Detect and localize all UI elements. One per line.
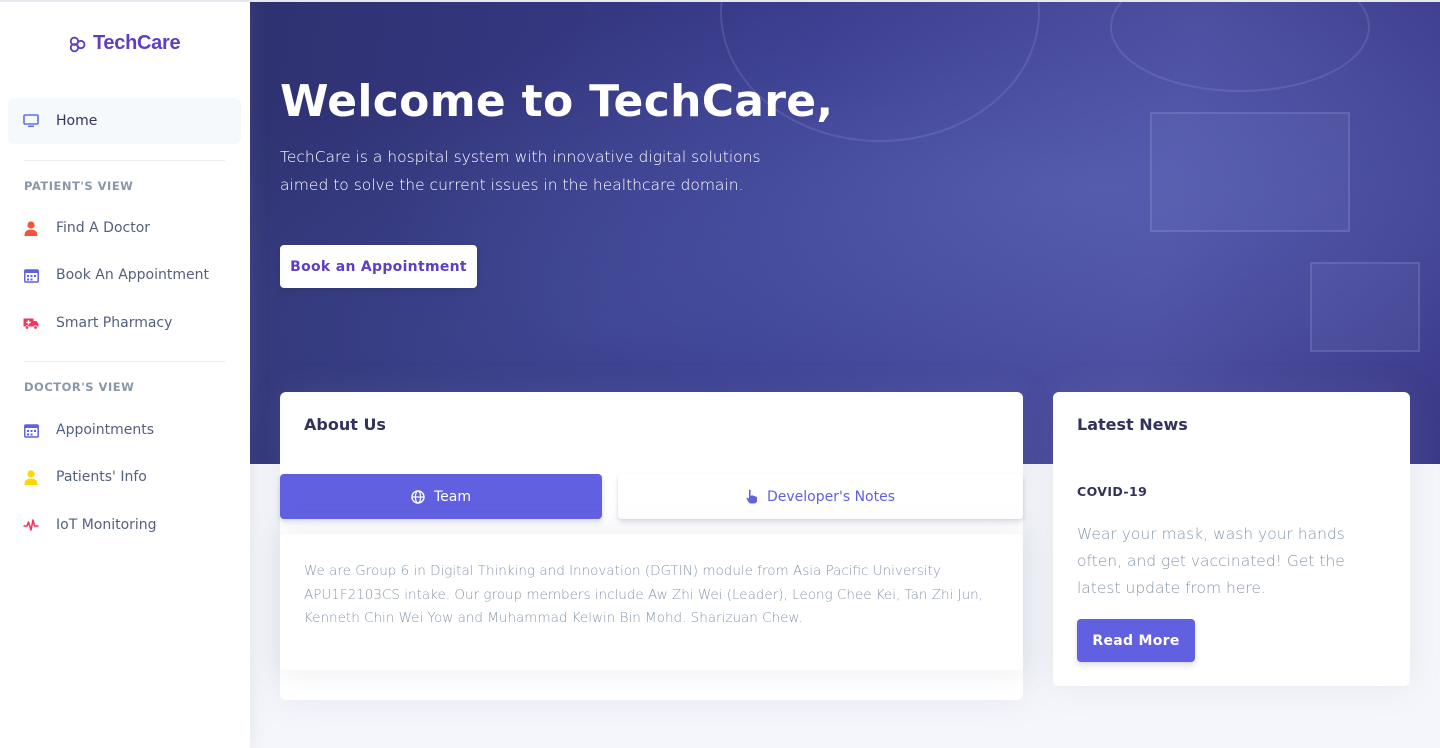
latest-news-card: Latest News COVID-19 Wear your mask, was… — [1053, 392, 1410, 686]
read-more-button[interactable]: Read More — [1077, 619, 1195, 662]
sidebar-item-smart-pharmacy[interactable]: Smart Pharmacy — [8, 300, 241, 346]
brand-name: TechCare — [93, 32, 181, 54]
calendar-icon — [23, 267, 39, 283]
sidebar-item-appointments[interactable]: Appointments — [8, 407, 241, 453]
sidebar-item-book-appointment[interactable]: Book An Appointment — [8, 252, 241, 298]
monitor-decoration — [1310, 262, 1420, 352]
sidebar-item-label: Smart Pharmacy — [56, 315, 173, 331]
user-icon — [23, 220, 39, 236]
divider — [24, 361, 225, 362]
sidebar-item-label: Appointments — [56, 422, 155, 438]
sidebar-item-label: Home — [56, 113, 98, 129]
about-us-text: We are Group 6 in Digital Thinking and I… — [304, 563, 984, 626]
news-tag: COVID-19 — [1077, 484, 1148, 499]
operating-lamp-decoration — [1110, 2, 1370, 92]
sidebar-item-home[interactable]: Home — [8, 98, 241, 144]
ambulance-icon — [23, 315, 39, 331]
sidebar-item-patients-info[interactable]: Patients' Info — [8, 454, 241, 500]
top-border — [0, 0, 1440, 2]
pulse-icon — [23, 517, 39, 533]
monitor-decoration — [1150, 112, 1350, 232]
sidebar-item-label: Book An Appointment — [56, 267, 209, 283]
book-appointment-button[interactable]: Book an Appointment — [280, 245, 477, 288]
about-us-card: About Us Team Developer's Notes We are G… — [280, 392, 1023, 700]
hero-description: TechCare is a hospital system with innov… — [280, 148, 761, 194]
tab-label: Developer's Notes — [766, 488, 896, 505]
tab-developers-notes[interactable]: Developer's Notes — [618, 474, 1023, 519]
news-text: Wear your mask, wash your hands often, a… — [1077, 525, 1345, 597]
globe-icon — [411, 489, 425, 504]
tab-team[interactable]: Team — [280, 474, 602, 519]
sidebar-item-label: Find A Doctor — [56, 220, 151, 236]
about-us-title: About Us — [304, 415, 386, 434]
section-heading-patients: PATIENT'S VIEW — [24, 179, 134, 193]
hexagon-link-icon — [69, 36, 86, 52]
section-heading-doctors: DOCTOR'S VIEW — [24, 380, 135, 394]
divider — [24, 160, 225, 161]
calendar-icon — [23, 422, 39, 438]
brand[interactable]: TechCare — [68, 32, 181, 55]
sidebar: TechCare Home PATIENT'S VIEW Find A Doct… — [0, 2, 250, 748]
tab-content-panel: We are Group 6 in Digital Thinking and I… — [280, 534, 1023, 670]
user-icon — [23, 469, 39, 485]
monitor-icon — [23, 113, 39, 129]
hero-title: Welcome to TechCare, — [280, 76, 834, 127]
sidebar-item-iot-monitoring[interactable]: IoT Monitoring — [8, 502, 241, 548]
hand-pointer-icon — [746, 489, 757, 504]
sidebar-item-label: Patients' Info — [56, 469, 147, 485]
sidebar-item-find-doctor[interactable]: Find A Doctor — [8, 205, 241, 251]
latest-news-title: Latest News — [1077, 415, 1188, 434]
sidebar-item-label: IoT Monitoring — [56, 517, 157, 533]
tab-label: Team — [433, 488, 471, 505]
